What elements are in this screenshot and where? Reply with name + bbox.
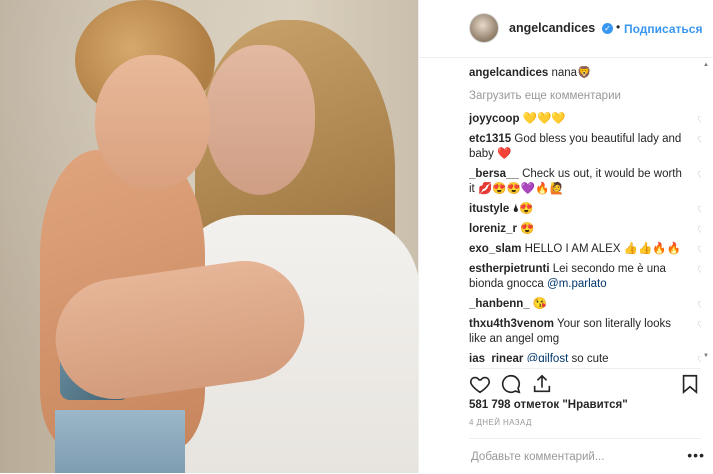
- post-header: angelcandices ✓ • Подписаться: [419, 0, 713, 58]
- comment-like-heart-icon[interactable]: ♡: [697, 264, 701, 279]
- photo-woman-face: [205, 45, 315, 195]
- author-username[interactable]: angelcandices: [509, 21, 595, 35]
- comment-username[interactable]: jas_rinear: [469, 353, 523, 362]
- comment-like-heart-icon[interactable]: ♡: [697, 299, 701, 314]
- caption-username[interactable]: angelcandices: [469, 67, 548, 79]
- comment-text: HELLO I AM ALEX 👍👍🔥🔥: [524, 243, 681, 255]
- comment-text: 😘: [532, 298, 548, 310]
- comment-like-heart-icon[interactable]: ♡: [697, 319, 701, 334]
- comment-username[interactable]: etc1315: [469, 133, 511, 145]
- post-sidebar: angelcandices ✓ • Подписаться ▲ ▼ angelc…: [418, 0, 713, 473]
- comment-mention[interactable]: @gilfost: [527, 353, 569, 362]
- comment-text: 😍: [520, 223, 535, 235]
- comment-row: jas_rinear @gilfost so cute ♡: [469, 352, 701, 362]
- comment-like-heart-icon[interactable]: ♡: [697, 354, 701, 362]
- comment-like-heart-icon[interactable]: ♡: [697, 114, 701, 129]
- comment-username[interactable]: thxu4th3venom: [469, 318, 554, 330]
- comment-username[interactable]: exo_slam: [469, 243, 521, 255]
- verified-badge-icon: ✓: [602, 23, 613, 34]
- comment-text: 💛💛💛: [522, 113, 566, 125]
- comment-text: 🌢😍: [512, 203, 534, 215]
- comment-icon[interactable]: [500, 373, 522, 395]
- comment-row: estherpietrunti Lei secondo me è una bio…: [469, 262, 701, 292]
- heart-icon[interactable]: [469, 373, 491, 395]
- action-bar: [469, 368, 701, 397]
- comment-row: loreniz_r 😍 ♡: [469, 222, 701, 237]
- comment-like-heart-icon[interactable]: ♡: [697, 224, 701, 239]
- comment-input[interactable]: [469, 447, 673, 467]
- add-comment-form: •••: [469, 438, 704, 474]
- separator-dot: •: [616, 20, 621, 34]
- comment-like-heart-icon[interactable]: ♡: [697, 204, 701, 219]
- share-icon[interactable]: [531, 373, 553, 395]
- comment-text: so cute: [571, 353, 609, 362]
- caption-text: nana🦁: [551, 67, 592, 79]
- post-timestamp[interactable]: 4 ДНЕЙ НАЗАД: [469, 418, 532, 427]
- comment-username[interactable]: itustyle: [469, 203, 509, 215]
- photo-jeans: [55, 410, 185, 473]
- scroll-down-arrow-icon[interactable]: ▼: [703, 353, 709, 359]
- bookmark-icon[interactable]: [679, 373, 701, 395]
- comment-username[interactable]: estherpietrunti: [469, 263, 550, 275]
- comment-row: itustyle 🌢😍 ♡: [469, 202, 701, 217]
- load-more-comments-button[interactable]: Загрузить еще комментарии: [469, 89, 701, 104]
- scroll-up-arrow-icon[interactable]: ▲: [703, 62, 709, 68]
- likes-count[interactable]: 581 798 отметок "Нравится": [469, 399, 628, 411]
- comment-username[interactable]: joyycoop: [469, 113, 519, 125]
- comment-row: joyycoop 💛💛💛 ♡: [469, 112, 701, 127]
- comment-row: etc1315 God bless you beautiful lady and…: [469, 132, 701, 162]
- comment-row: _bersa__ Check us out, it would be worth…: [469, 167, 701, 197]
- comment-row: thxu4th3venom Your son literally looks l…: [469, 317, 701, 347]
- instagram-post: angelcandices ✓ • Подписаться ▲ ▼ angelc…: [0, 0, 713, 473]
- comment-username[interactable]: _hanbenn_: [469, 298, 530, 310]
- comment-like-heart-icon[interactable]: ♡: [697, 244, 701, 259]
- comment-mention[interactable]: @m.parlato: [547, 278, 607, 290]
- post-photo[interactable]: [0, 0, 418, 473]
- comment-row: _hanbenn_ 😘 ♡: [469, 297, 701, 312]
- comments-list[interactable]: angelcandices nana🦁 Загрузить еще коммен…: [469, 66, 701, 362]
- avatar[interactable]: [469, 13, 499, 43]
- caption: angelcandices nana🦁: [469, 66, 701, 81]
- comment-row: exo_slam HELLO I AM ALEX 👍👍🔥🔥 ♡: [469, 242, 701, 257]
- comment-like-heart-icon[interactable]: ♡: [697, 134, 701, 149]
- more-options-icon[interactable]: •••: [687, 447, 705, 463]
- follow-button[interactable]: Подписаться: [624, 22, 702, 36]
- comment-username[interactable]: _bersa__: [469, 168, 519, 180]
- comment-username[interactable]: loreniz_r: [469, 223, 517, 235]
- photo-child-face: [95, 55, 210, 190]
- comment-like-heart-icon[interactable]: ♡: [697, 169, 701, 184]
